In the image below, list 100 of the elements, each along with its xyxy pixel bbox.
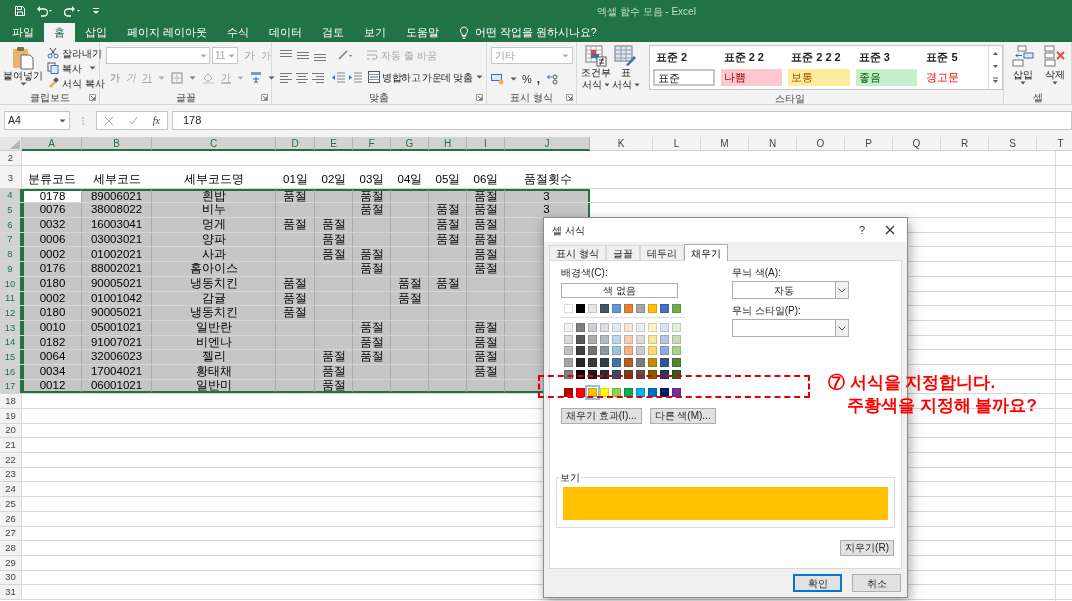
table-cell: 품절	[315, 218, 353, 232]
column-header[interactable]: P	[845, 137, 893, 151]
dropdown-field[interactable]: 자동	[732, 281, 849, 299]
fill-effects-button[interactable]: 채우기 효과(I)...	[561, 407, 642, 424]
cut-button[interactable]: 잘라내기	[47, 46, 105, 60]
column-header[interactable]: E	[315, 137, 353, 151]
cell-style-item[interactable]: 표준 2 2 2	[788, 49, 850, 66]
table-cell: 품절	[467, 247, 505, 262]
paste-button[interactable]: 붙여넣기	[3, 46, 43, 90]
row-header[interactable]: 28	[0, 541, 22, 555]
annotation-text: 주황색을 지정해 볼까요?	[847, 395, 1037, 417]
column-header[interactable]: A	[22, 137, 82, 151]
column-header[interactable]: I	[467, 137, 505, 151]
formula-field[interactable]: 178	[172, 111, 1072, 130]
column-header[interactable]: Q	[893, 137, 941, 151]
column-header[interactable]: T	[1037, 137, 1072, 151]
row-header[interactable]: 18	[0, 394, 22, 408]
copy-button[interactable]: 복사	[47, 61, 105, 75]
ribbon-tab[interactable]: 보기	[353, 23, 396, 42]
column-header[interactable]: R	[941, 137, 989, 151]
table-cell-text: 05일	[434, 172, 462, 188]
row-header[interactable]: 31	[0, 585, 22, 599]
cell-style-item[interactable]: 표준 3	[855, 49, 918, 66]
no-color-button[interactable]: 색 없음	[561, 283, 678, 298]
field-label: 배경색(C):	[561, 267, 609, 279]
insert-function-button[interactable]: fx	[152, 113, 160, 128]
row-header[interactable]: 25	[0, 497, 22, 511]
cell-style-item[interactable]: 나쁨	[720, 69, 783, 86]
ribbon-tab[interactable]: 삽입	[75, 23, 117, 42]
conditional-formatting-button[interactable]: 조건부 서식	[583, 45, 609, 91]
cell-style-item[interactable]: 보통	[788, 69, 850, 86]
search-field[interactable]: 어떤 작업을 원하시나요?	[474, 24, 597, 41]
column-header[interactable]: J	[505, 137, 590, 151]
ribbon-tab[interactable]: 검토	[311, 23, 354, 42]
ribbon-tab[interactable]: 홈	[44, 23, 75, 42]
cell-style-item[interactable]: 경고문	[923, 69, 985, 86]
ribbon-tab[interactable]: 페이지 레이아웃	[117, 23, 217, 42]
table-cell: 품절	[315, 350, 353, 364]
dialog-tab[interactable]: 테두리	[639, 245, 684, 260]
column-header[interactable]: C	[152, 137, 276, 151]
row-header[interactable]: 21	[0, 438, 22, 453]
column-header[interactable]: D	[276, 137, 315, 151]
merge-center-button[interactable]: 병합하고 가운데 맞춤	[368, 69, 484, 85]
column-header[interactable]: S	[989, 137, 1037, 151]
table-cell: 38008022	[82, 203, 152, 218]
table-cell-text: 04일	[396, 172, 424, 188]
dialog-button[interactable]: 확인	[793, 574, 842, 592]
dialog-tab[interactable]: 글꼴	[605, 245, 640, 260]
table-cell-text: 품절횟수	[522, 172, 573, 188]
row-header[interactable]: 12	[0, 306, 22, 320]
column-header[interactable]: B	[82, 137, 152, 151]
help-button[interactable]: ?	[852, 221, 871, 239]
table-cell: 품절	[467, 350, 505, 364]
ribbon-tab[interactable]: 수식	[216, 23, 259, 42]
column-header[interactable]: K	[590, 137, 653, 151]
column-header[interactable]: O	[797, 137, 845, 151]
group-label: 맞춤	[369, 90, 389, 105]
row-header[interactable]: 15	[0, 350, 22, 364]
ribbon-tab[interactable]: 파일	[2, 23, 44, 42]
cell-style-item[interactable]: 표준	[653, 69, 715, 86]
ribbon-tab[interactable]: 데이터	[258, 23, 312, 42]
comma-button[interactable]: ,	[536, 70, 541, 88]
column-header[interactable]: H	[429, 137, 467, 151]
cell-style-item[interactable]: 좋음	[855, 69, 918, 86]
clear-button[interactable]: 지우기(R)	[840, 540, 894, 556]
dialog-tab[interactable]: 채우기	[683, 244, 728, 261]
group-label: 셀	[1032, 90, 1043, 105]
row-header[interactable]: 5	[0, 203, 22, 218]
ribbon-tab[interactable]: 도움말	[395, 23, 449, 42]
dialog-button[interactable]: 취소	[852, 574, 901, 592]
column-header[interactable]: N	[749, 137, 797, 151]
format-as-table-button[interactable]: 표 서식	[613, 45, 639, 91]
cell-style-item[interactable]: 표준 5	[923, 49, 985, 66]
row-header[interactable]: 2	[0, 151, 22, 165]
table-cell-text: 세부코드명	[183, 172, 245, 188]
percent-button[interactable]: %	[522, 70, 532, 88]
column-header[interactable]: G	[391, 137, 429, 151]
row-header[interactable]: 19	[0, 409, 22, 423]
table-cell: 0002	[22, 247, 82, 262]
table-cell-text: 02일	[320, 172, 348, 188]
delete-cells-button[interactable]: 삭제	[1044, 45, 1066, 90]
table-cell: 품절	[467, 218, 505, 232]
column-header[interactable]: M	[701, 137, 749, 151]
more-colors-button[interactable]: 다른 색(M)...	[649, 407, 716, 424]
column-header[interactable]: L	[653, 137, 701, 151]
row-header[interactable]: 6	[0, 218, 22, 232]
row-header[interactable]: 8	[0, 247, 22, 262]
table-cell: 0032	[22, 218, 82, 232]
dialog-tab[interactable]: 표시 형식	[549, 245, 606, 260]
table-cell-text: 01일	[282, 172, 309, 188]
row-header[interactable]: 9	[0, 262, 22, 276]
cell-style-item[interactable]: 표준 2	[653, 49, 715, 66]
column-header[interactable]: F	[353, 137, 391, 151]
cell-style-item[interactable]: 표준 2 2	[720, 49, 783, 66]
row-header[interactable]: 3	[0, 165, 22, 188]
format-painter-button[interactable]: 서식 복사	[47, 76, 105, 90]
row-header[interactable]: 22	[0, 453, 22, 467]
insert-cells-button[interactable]: 삽입	[1012, 45, 1034, 90]
name-box[interactable]: A4	[4, 111, 70, 130]
row-header[interactable]: 24	[0, 482, 22, 497]
